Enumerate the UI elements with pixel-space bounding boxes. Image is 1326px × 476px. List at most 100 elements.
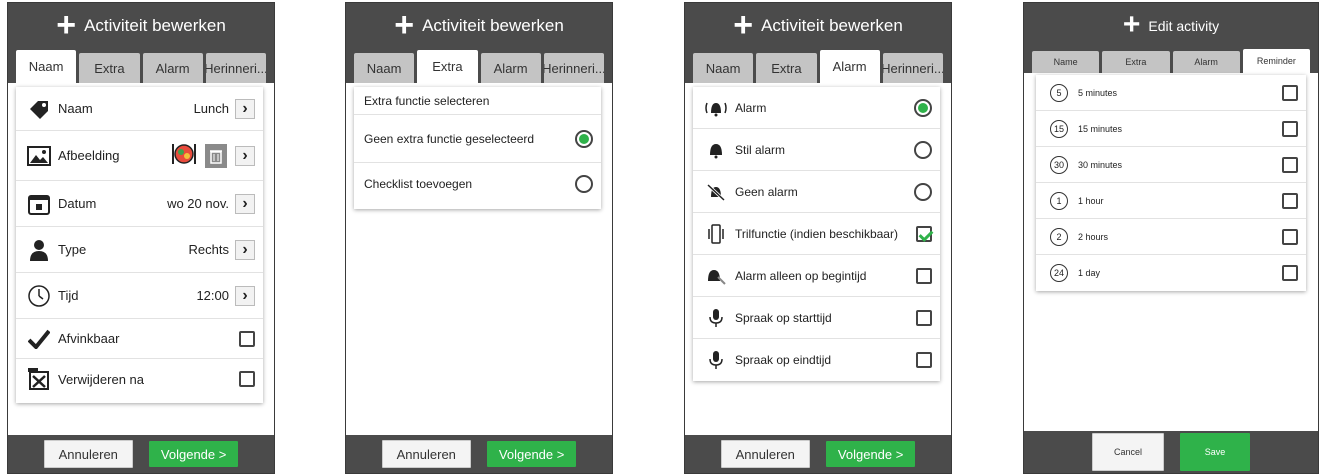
reminder-row[interactable]: 1 1 hour — [1036, 183, 1306, 219]
no-alarm-option[interactable]: Geen alarm — [693, 171, 940, 213]
tab-reminder[interactable]: Reminder — [1242, 49, 1310, 73]
reminder-checkbox[interactable] — [1282, 84, 1298, 101]
tab-reminder[interactable]: Herinneri... — [205, 53, 266, 83]
page-title: Activiteit bewerken — [422, 16, 564, 35]
title-bar: + Activiteit bewerken — [8, 3, 274, 49]
tab-extra[interactable]: Extra — [756, 53, 817, 83]
tab-name[interactable]: Naam — [693, 53, 754, 83]
tab-alarm[interactable]: Alarm — [819, 50, 880, 83]
type-row[interactable]: Type Rechts › — [16, 227, 263, 273]
time-row[interactable]: Tijd 12:00 › — [16, 273, 263, 319]
option-checklist[interactable]: Checklist toevoegen — [354, 163, 601, 205]
delete-after-row[interactable]: Verwijderen na — [16, 359, 263, 399]
delete-after-label: Verwijderen na — [58, 371, 144, 387]
bottom-bar: Annuleren Volgende > — [346, 435, 612, 473]
alarm-option[interactable]: Alarm — [693, 87, 940, 129]
screen-edit-name: + Activiteit bewerken Naam Extra Alarm H… — [7, 2, 275, 474]
time-value: 12:00 — [196, 288, 229, 303]
silent-alarm-option[interactable]: Stil alarm — [693, 129, 940, 171]
reminder-checkbox[interactable] — [1282, 156, 1298, 173]
name-label: Naam — [58, 101, 93, 116]
option-no-extra-label: Geen extra functie geselecteerd — [364, 131, 535, 146]
cancel-button[interactable]: Annuleren — [43, 440, 133, 468]
tab-extra[interactable]: Extra — [417, 50, 478, 83]
bell-off-icon — [703, 183, 729, 201]
chevron-right-icon[interactable]: › — [235, 98, 255, 119]
option-checklist-radio[interactable] — [575, 175, 593, 193]
date-label: Datum — [58, 196, 97, 211]
page-title: Activiteit bewerken — [84, 16, 226, 35]
speech-start-option[interactable]: Spraak op starttijd — [693, 297, 940, 339]
alarm-radio[interactable] — [914, 98, 932, 117]
tab-bar: Naam Extra Alarm Herinneri... — [8, 49, 274, 83]
extra-header-label: Extra functie selecteren — [364, 93, 490, 108]
next-button[interactable]: Volgende > — [825, 441, 916, 467]
bottom-bar: Cancel Save — [1024, 431, 1318, 473]
tab-name[interactable]: Name — [1032, 51, 1100, 73]
screen-edit-alarm: + Activiteit bewerken Naam Extra Alarm H… — [684, 2, 952, 474]
reminder-row[interactable]: 30 30 minutes — [1036, 147, 1306, 183]
tab-extra[interactable]: Extra — [1102, 51, 1170, 73]
no-alarm-radio[interactable] — [914, 182, 932, 201]
next-button[interactable]: Volgende > — [148, 441, 239, 467]
tab-name[interactable]: Naam — [354, 53, 415, 83]
tab-alarm[interactable]: Alarm — [1172, 51, 1240, 73]
chevron-right-icon[interactable]: › — [235, 145, 255, 166]
chevron-right-icon[interactable]: › — [235, 193, 255, 214]
cancel-button[interactable]: Annuleren — [720, 440, 810, 468]
silent-alarm-radio[interactable] — [914, 140, 932, 159]
reminder-label: 5 minutes — [1078, 87, 1118, 98]
screen-edit-extra: + Activiteit bewerken Naam Extra Alarm H… — [345, 2, 613, 474]
image-row[interactable]: Afbeelding › — [16, 131, 263, 181]
name-value: Lunch — [193, 101, 229, 116]
save-button[interactable]: Save — [1180, 433, 1250, 471]
name-row[interactable]: Naam Lunch › — [16, 87, 263, 131]
plus-icon: + — [733, 5, 754, 44]
microphone-icon — [703, 308, 729, 328]
tab-reminder[interactable]: Herinneri... — [543, 53, 604, 83]
reminder-clock-icon: 2 — [1046, 227, 1072, 246]
option-no-extra[interactable]: Geen extra functie geselecteerd — [354, 115, 601, 163]
alarm-start-only-checkbox[interactable] — [916, 267, 932, 284]
reminder-checkbox[interactable] — [1282, 120, 1298, 137]
alarm-start-only-label: Alarm alleen op begintijd — [735, 268, 867, 283]
reminder-clock-icon: 24 — [1046, 264, 1072, 282]
no-alarm-label: Geen alarm — [735, 184, 798, 199]
tab-alarm[interactable]: Alarm — [142, 53, 203, 83]
option-checklist-label: Checklist toevoegen — [364, 177, 473, 191]
speech-end-checkbox[interactable] — [916, 352, 932, 368]
vibrate-option[interactable]: Trilfunctie (indien beschikbaar) — [693, 213, 940, 255]
extra-header: Extra functie selecteren — [354, 87, 601, 115]
vibrate-checkbox[interactable] — [916, 225, 932, 242]
cancel-button[interactable]: Annuleren — [381, 440, 471, 468]
speech-end-option[interactable]: Spraak op eindtijd — [693, 339, 940, 381]
chevron-right-icon[interactable]: › — [235, 239, 255, 260]
calendar-icon — [26, 193, 52, 215]
reminder-clock-icon: 5 — [1046, 83, 1072, 102]
reminder-row[interactable]: 24 1 day — [1036, 255, 1306, 291]
next-button[interactable]: Volgende > — [486, 441, 577, 467]
reminder-checkbox[interactable] — [1282, 192, 1298, 209]
alarm-start-only-option[interactable]: Alarm alleen op begintijd — [693, 255, 940, 297]
option-no-extra-radio[interactable] — [575, 129, 593, 148]
lunch-plate-icon — [169, 141, 199, 170]
reminder-row[interactable]: 5 5 minutes — [1036, 75, 1306, 111]
tab-name[interactable]: Naam — [16, 50, 77, 83]
reminder-checkbox[interactable] — [1282, 228, 1298, 245]
date-row[interactable]: Datum wo 20 nov. › — [16, 181, 263, 227]
reminder-row[interactable]: 2 2 hours — [1036, 219, 1306, 255]
reminder-checkbox[interactable] — [1282, 265, 1298, 281]
delete-after-checkbox[interactable] — [239, 371, 255, 387]
chevron-right-icon[interactable]: › — [235, 285, 255, 306]
cancel-button[interactable]: Cancel — [1092, 433, 1164, 471]
trash-icon[interactable] — [205, 143, 227, 168]
tab-extra[interactable]: Extra — [79, 53, 140, 83]
speech-start-checkbox[interactable] — [916, 309, 932, 326]
tab-reminder[interactable]: Herinneri... — [882, 53, 943, 83]
reminder-clock-icon: 1 — [1046, 191, 1072, 210]
reminder-row[interactable]: 15 15 minutes — [1036, 111, 1306, 147]
tab-alarm[interactable]: Alarm — [480, 53, 541, 83]
checkable-checkbox[interactable] — [239, 330, 255, 347]
checkable-row[interactable]: Afvinkbaar — [16, 319, 263, 359]
title-bar: + Activiteit bewerken — [685, 3, 951, 49]
